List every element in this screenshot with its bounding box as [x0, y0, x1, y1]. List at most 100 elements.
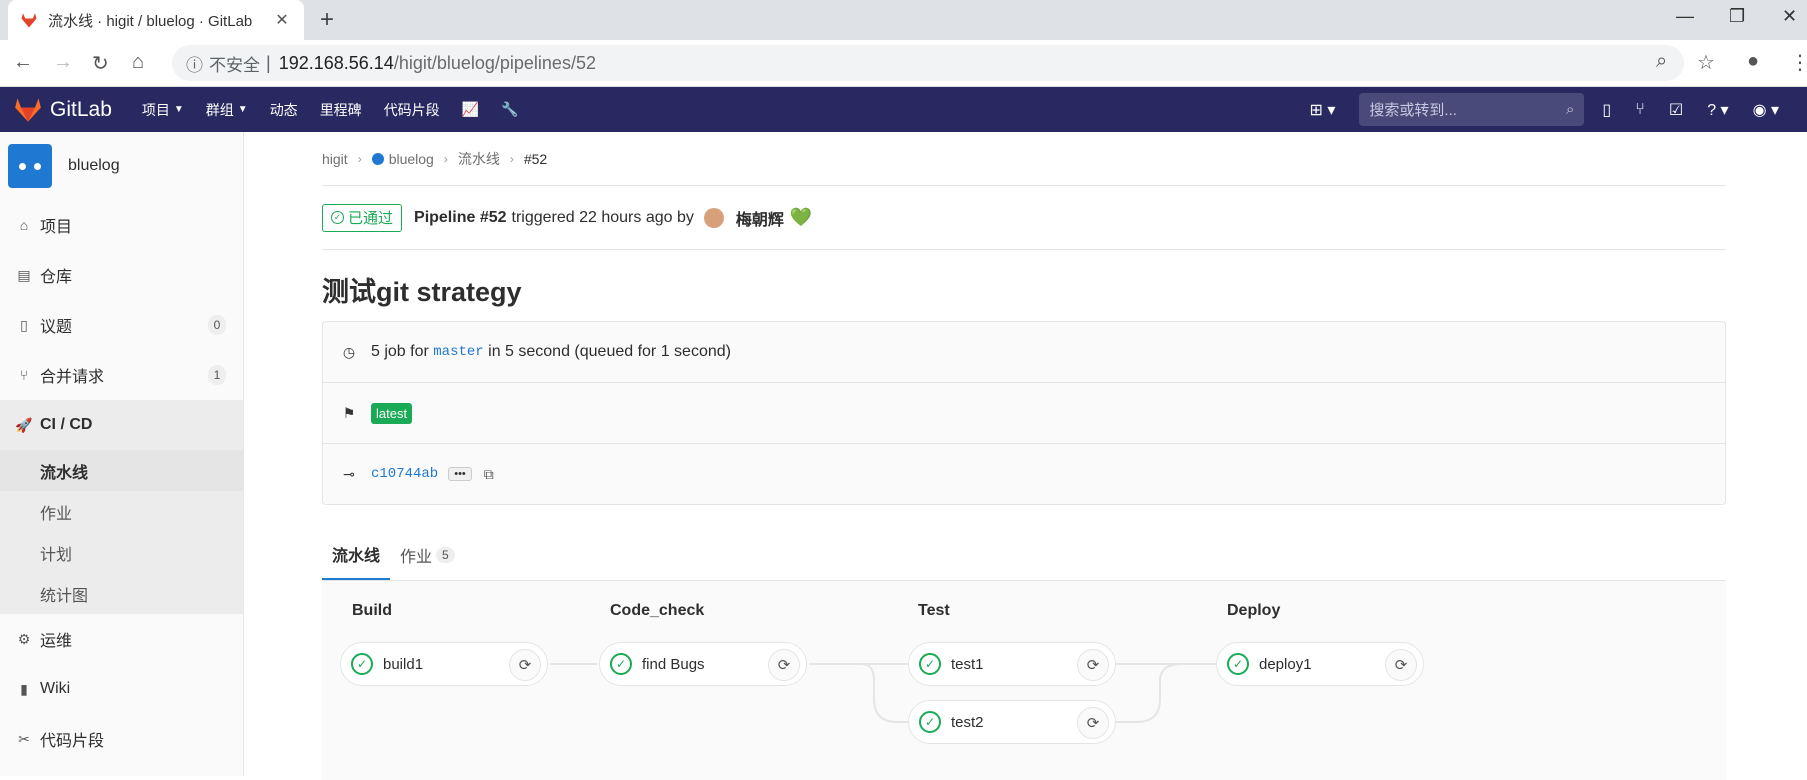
search-input[interactable]: 搜索或转到... ⌕ — [1359, 93, 1585, 126]
forward-icon[interactable]: → — [53, 51, 73, 74]
sidebar-item-label: 合并请求 — [40, 369, 105, 386]
job-test1[interactable]: ✓ test1 ⟳ — [908, 642, 1116, 686]
breadcrumb-current[interactable]: #52 — [524, 151, 547, 167]
url-host: 192.168.56.14 — [278, 52, 394, 73]
menu-milestones[interactable]: 里程碑 — [320, 100, 362, 120]
jobs-count-badge: 5 — [436, 547, 455, 563]
chart-icon[interactable]: 📈 — [462, 100, 479, 120]
sidebar-subitem-schedules[interactable]: 计划 — [0, 532, 243, 573]
url-bar[interactable]: ⓘ 不安全 | 192.168.56.14 /higit/bluelog/pip… — [172, 45, 1684, 81]
commit-row: ⊸ c10744ab ••• ⧉ — [323, 444, 1725, 504]
brand-name: GitLab — [50, 97, 112, 121]
book-icon: ▮ — [20, 680, 28, 697]
browser-menu-icon[interactable]: ⋮ — [1790, 50, 1807, 75]
issues-icon: ▯ — [20, 316, 28, 333]
issues-count-badge: 0 — [208, 315, 226, 335]
branch-link[interactable]: master — [433, 344, 483, 360]
retry-icon[interactable]: ⟳ — [1385, 649, 1417, 681]
wrench-icon[interactable]: 🔧 — [501, 100, 518, 120]
menu-snippets[interactable]: 代码片段 — [384, 100, 440, 120]
sidebar-item-snippets[interactable]: ✂ 代码片段 — [0, 714, 243, 764]
copy-icon[interactable]: ⧉ — [484, 466, 494, 483]
commit-icon: ⊸ — [343, 465, 355, 482]
merge-request-icon[interactable]: ⑂ — [1635, 101, 1645, 119]
breadcrumb-project[interactable]: bluelog — [389, 151, 434, 167]
main-content: higit › bluelog › 流水线 › #52 ✓ 已通过 Pipelin… — [322, 132, 1726, 780]
sidebar-subitem-jobs[interactable]: 作业 — [0, 491, 243, 532]
chevron-down-icon: ▼ — [237, 104, 248, 115]
job-name: build1 — [383, 655, 424, 673]
profile-icon[interactable]: ● — [1747, 50, 1759, 73]
status-badge[interactable]: ✓ 已通过 — [322, 203, 403, 232]
sidebar-item-merge-requests[interactable]: ⑂ 合并请求 1 — [0, 350, 243, 400]
sidebar-item-project[interactable]: ⌂ 项目 — [0, 200, 243, 250]
flag-icon: ⚑ — [342, 404, 356, 421]
tab-jobs[interactable]: 作业 5 — [390, 530, 465, 580]
restore-icon[interactable]: ❐ — [1729, 6, 1745, 27]
sidebar-item-wiki[interactable]: ▮ Wiki — [0, 664, 243, 714]
address-toolbar: ← → ↻ ⌂ ⓘ 不安全 | 192.168.56.14 /higit/blu… — [0, 40, 1807, 87]
retry-icon[interactable]: ⟳ — [509, 649, 541, 681]
issues-icon[interactable]: ▯ — [1602, 100, 1611, 120]
new-tab-button[interactable]: + — [320, 6, 334, 34]
menu-groups[interactable]: 群组 ▼ — [206, 100, 248, 120]
gitlab-logo[interactable]: GitLab — [14, 97, 112, 123]
user-avatar[interactable] — [703, 207, 724, 228]
sidebar-subitem-charts[interactable]: 统计图 — [0, 573, 243, 614]
home-icon[interactable]: ⌂ — [132, 51, 144, 74]
sidebar-item-issues[interactable]: ▯ 议题 0 — [0, 300, 243, 350]
expand-commit-button[interactable]: ••• — [448, 467, 472, 481]
retry-icon[interactable]: ⟳ — [768, 649, 800, 681]
help-icon[interactable]: ? ▾ — [1707, 100, 1728, 120]
minimize-icon[interactable]: — — [1676, 6, 1694, 27]
job-name: test2 — [951, 713, 984, 731]
sidebar-item-label: Wiki — [40, 680, 71, 697]
sidebar-item-operations[interactable]: ⚙ 运维 — [0, 614, 243, 664]
bookmark-star-icon[interactable]: ☆ — [1697, 50, 1715, 75]
window-close-icon[interactable]: ✕ — [1782, 6, 1797, 27]
chevron-right-icon: › — [357, 151, 362, 166]
gitlab-tanuki-icon — [15, 97, 41, 122]
gitlab-navbar: GitLab 项目 ▼ 群组 ▼ 动态 里程碑 代码片段 📈 🔧 ⊞ ▾ 搜索或转到… — [0, 87, 1807, 132]
job-build1[interactable]: ✓ build1 ⟳ — [340, 642, 548, 686]
breadcrumb-pipelines[interactable]: 流水线 — [458, 149, 500, 169]
job-test2[interactable]: ✓ test2 ⟳ — [908, 700, 1116, 744]
menu-groups-label: 群组 — [205, 101, 234, 118]
status-label: 已通过 — [348, 210, 394, 227]
sidebar-item-label: CI / CD — [40, 416, 93, 433]
sidebar-item-label: 项目 — [40, 219, 73, 236]
retry-icon[interactable]: ⟳ — [1077, 649, 1109, 681]
close-icon[interactable]: ✕ — [272, 10, 292, 30]
info-icon[interactable]: ⓘ — [186, 51, 203, 76]
menu-activity[interactable]: 动态 — [270, 100, 298, 120]
user-avatar[interactable]: ◉ ▾ — [1753, 100, 1779, 120]
search-icon: ⌕ — [1566, 101, 1575, 118]
pipeline-graph: Build Code_check Test Deploy ✓ build1 ⟳ … — [322, 581, 1726, 780]
sidebar-item-label: 仓库 — [40, 269, 73, 286]
menu-projects[interactable]: 项目 ▼ — [142, 100, 184, 120]
commit-sha-link[interactable]: c10744ab — [371, 466, 438, 482]
tab-pipeline[interactable]: 流水线 — [322, 530, 391, 580]
rocket-icon: 🚀 — [15, 416, 33, 433]
sidebar-item-cicd[interactable]: 🚀 CI / CD — [0, 400, 243, 450]
back-icon[interactable]: ← — [13, 51, 33, 74]
job-deploy1[interactable]: ✓ deploy1 ⟳ — [1216, 642, 1424, 686]
plus-dropdown-icon[interactable]: ⊞ ▾ — [1310, 100, 1336, 120]
pipeline-tabs: 流水线 作业 5 — [322, 505, 1726, 581]
sidebar-item-label: 运维 — [40, 633, 73, 650]
mr-count-badge: 1 — [208, 365, 226, 385]
job-find-bugs[interactable]: ✓ find Bugs ⟳ — [599, 642, 807, 686]
todo-icon[interactable]: ☑ — [1669, 100, 1683, 120]
job-name: deploy1 — [1259, 655, 1312, 673]
jobs-suffix: in 5 second (queued for 1 second) — [488, 343, 731, 360]
user-name[interactable]: 梅朝辉 — [736, 206, 784, 230]
zoom-icon[interactable]: ⌕ — [1656, 50, 1667, 73]
browser-tab[interactable]: 流水线 · higit / bluelog · GitLab ✕ — [8, 0, 304, 40]
reload-icon[interactable]: ↻ — [92, 51, 109, 76]
sidebar-item-repository[interactable]: ▤ 仓库 — [0, 250, 243, 300]
project-header[interactable]: bluelog — [0, 132, 243, 200]
success-check-icon: ✓ — [919, 653, 941, 675]
retry-icon[interactable]: ⟳ — [1077, 707, 1109, 739]
sidebar-subitem-pipelines[interactable]: 流水线 — [0, 450, 243, 491]
breadcrumb-group[interactable]: higit — [322, 151, 348, 167]
